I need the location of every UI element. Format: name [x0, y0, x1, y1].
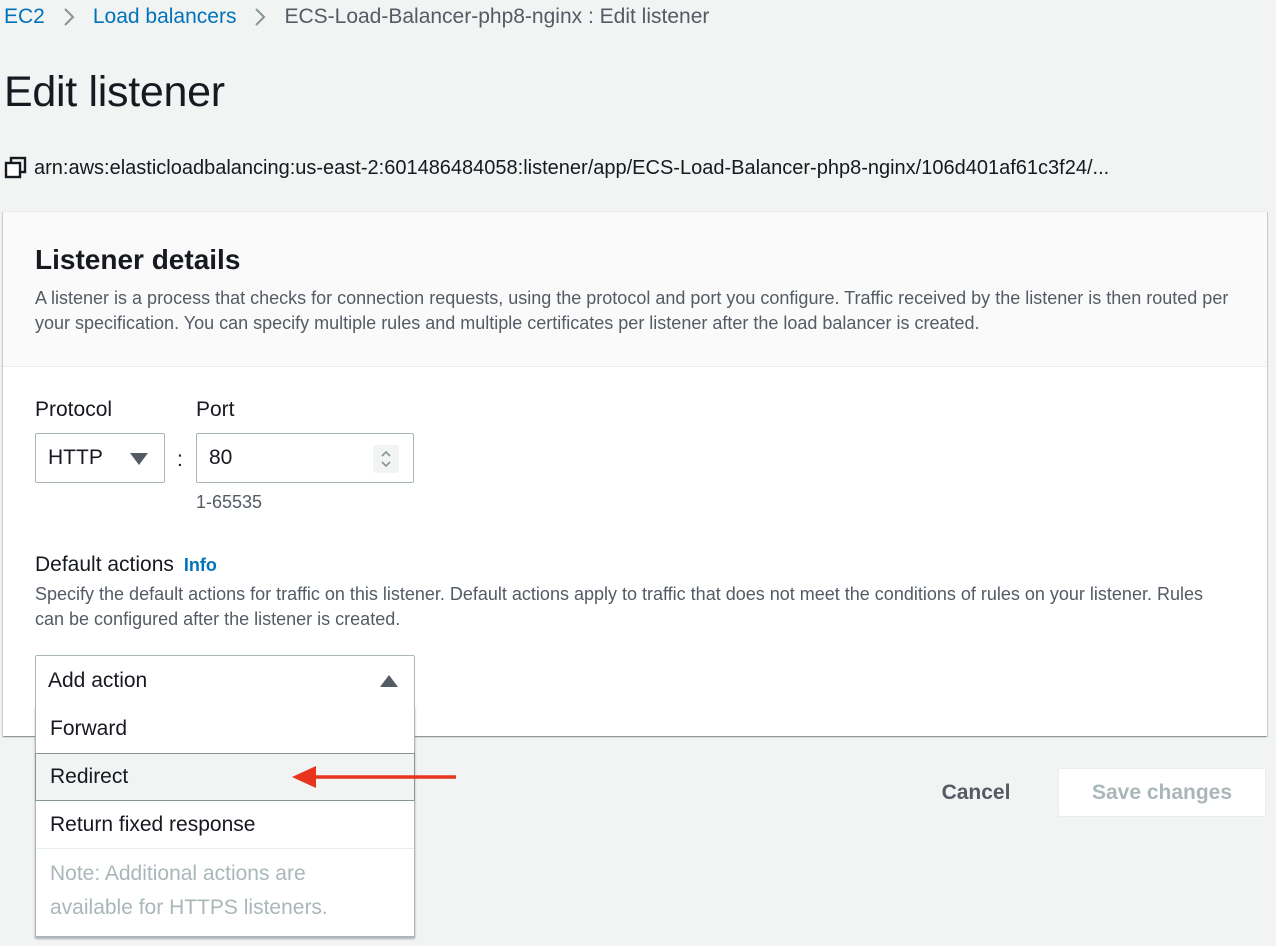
dropdown-divider: [36, 848, 414, 849]
breadcrumb-ec2-link[interactable]: EC2: [4, 5, 45, 29]
default-actions-info-link[interactable]: Info: [184, 555, 217, 575]
protocol-label: Protocol: [35, 398, 113, 421]
default-actions-label-row: Default actions Info: [35, 553, 217, 577]
protocol-select[interactable]: HTTP: [35, 433, 165, 483]
add-action-placeholder: Add action: [48, 668, 148, 692]
add-action-dropdown: Forward Redirect Return fixed response N…: [35, 705, 415, 937]
add-action-select[interactable]: Add action: [35, 655, 415, 706]
arn-text: arn:aws:elasticloadbalancing:us-east-2:6…: [34, 156, 1110, 179]
breadcrumb: EC2 Load balancers ECS-Load-Balancer-php…: [4, 4, 709, 30]
listener-arn: arn:aws:elasticloadbalancing:us-east-2:6…: [4, 156, 1272, 180]
option-forward[interactable]: Forward: [36, 705, 414, 753]
port-label: Port: [196, 398, 235, 421]
port-hint: 1-65535: [196, 492, 263, 512]
save-changes-button[interactable]: Save changes: [1058, 768, 1266, 817]
port-value: 80: [209, 446, 233, 469]
page-title: Edit listener: [4, 68, 225, 116]
panel-description: A listener is a process that checks for …: [35, 288, 1229, 333]
copy-icon[interactable]: [4, 156, 28, 180]
panel-title: Listener details: [35, 244, 241, 275]
breadcrumb-current: ECS-Load-Balancer-php8-nginx : Edit list…: [284, 5, 710, 28]
protocol-port-separator: :: [177, 448, 183, 471]
port-input[interactable]: 80: [196, 433, 414, 483]
annotation-arrow-icon: [292, 766, 456, 788]
chevron-right-icon: [63, 7, 75, 27]
port-stepper[interactable]: [373, 445, 399, 473]
protocol-value: HTTP: [48, 446, 103, 469]
default-actions-description: Specify the default actions for traffic …: [35, 584, 1203, 629]
option-return-fixed-response[interactable]: Return fixed response: [36, 801, 414, 849]
chevron-right-icon: [254, 7, 266, 27]
panel-header: Listener details A listener is a process…: [3, 212, 1267, 367]
breadcrumb-load-balancers-link[interactable]: Load balancers: [93, 5, 237, 29]
dropdown-note: Note: Additional actions are available f…: [50, 862, 328, 919]
caret-up-icon: [380, 675, 398, 687]
caret-down-icon: [130, 453, 148, 465]
stepper-arrows-icon: [381, 450, 391, 468]
cancel-button[interactable]: Cancel: [920, 770, 1032, 816]
default-actions-label: Default actions: [35, 553, 174, 576]
